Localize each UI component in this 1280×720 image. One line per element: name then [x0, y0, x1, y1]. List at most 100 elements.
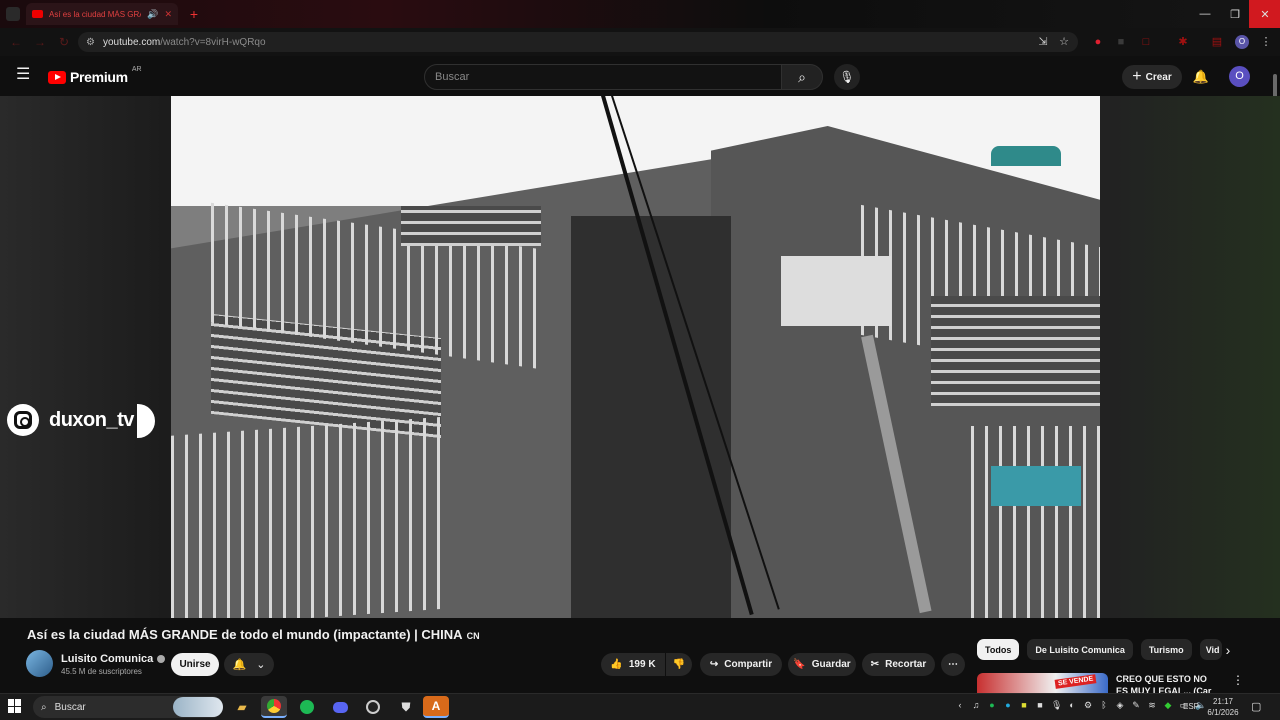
windows-start-icon[interactable] — [8, 699, 22, 713]
input-language[interactable]: ESP — [1183, 702, 1199, 711]
site-info-icon[interactable]: ⚙ — [86, 37, 95, 48]
extensions-puzzle-icon[interactable]: ✱ — [1176, 35, 1190, 49]
tray-arrow-icon[interactable]: ‹ — [955, 700, 965, 711]
bookmark-star-icon[interactable]: ☆ — [1057, 35, 1071, 49]
country-code: AR — [131, 65, 142, 73]
spotify-tray-icon[interactable]: ● — [987, 700, 997, 711]
restore-button[interactable]: ❐ — [1219, 0, 1251, 28]
instagram-icon — [7, 404, 39, 436]
china-flag-label: CN — [466, 631, 480, 641]
taskbar-clock[interactable]: 21:17 6/1/2026 — [1203, 696, 1243, 718]
recommended-video-thumbnail[interactable]: SE VENDE — [977, 673, 1108, 693]
chip-todos[interactable]: Todos — [977, 639, 1020, 660]
clip-button[interactable]: ✂ Recortar — [862, 653, 935, 676]
microphone-icon[interactable]: 🎙 — [1051, 700, 1062, 711]
subscriber-count: 45.5 M de suscriptores — [61, 667, 142, 676]
reload-icon[interactable]: ↻ — [56, 34, 72, 50]
back-icon[interactable]: ← — [8, 34, 24, 50]
tray-app-icon[interactable]: ■ — [1019, 700, 1029, 711]
address-bar[interactable]: ⚙ youtube.com/watch?v=8virH-wQRqo — [78, 32, 1078, 52]
verified-check-icon — [157, 655, 166, 663]
share-icon: ↪ — [709, 659, 719, 670]
youtube-play-icon — [48, 70, 66, 84]
forward-icon[interactable]: → — [32, 34, 48, 50]
clock-time: 21:17 — [1212, 697, 1234, 706]
pen-icon[interactable]: ✎ — [1131, 700, 1141, 711]
app-orange-icon[interactable]: A — [423, 696, 449, 718]
tray-app-icon[interactable]: ◈ — [1115, 700, 1125, 711]
browser-tab-active[interactable]: Así es la ciudad MÁS GRAN 🔊 ✕ — [26, 3, 178, 25]
close-tab-icon[interactable]: ✕ — [164, 9, 172, 20]
speaker-icon[interactable]: 🔊 — [147, 9, 158, 20]
clock-date: 6/1/2026 — [1207, 708, 1239, 717]
video-frame[interactable] — [171, 96, 1100, 618]
install-app-icon[interactable]: ⇲ — [1036, 35, 1050, 49]
url-path: /watch?v=8virH-wQRqo — [160, 36, 266, 48]
subscription-bell-button[interactable]: 🔔 ⌄ — [224, 653, 274, 676]
recommended-video-title[interactable]: CREO QUE ESTO NO ES MUY LEGAL... (Car De… — [1116, 673, 1221, 693]
tray-app-icon[interactable]: ⚙ — [1083, 700, 1093, 711]
create-button[interactable]: + Crear — [1122, 65, 1182, 89]
dislike-button[interactable]: 👎 — [666, 653, 692, 676]
plus-icon: + — [1132, 68, 1142, 85]
extension-icon[interactable]: ■ — [1114, 35, 1128, 49]
extension-red-icon[interactable]: ● — [1091, 35, 1105, 49]
share-button[interactable]: ↪ Compartir — [700, 653, 782, 676]
chip-turismo[interactable]: Turismo — [1140, 639, 1192, 660]
headset-icon[interactable]: ♫ — [971, 700, 981, 711]
search-input[interactable]: Buscar — [424, 64, 782, 90]
tray-app-icon[interactable]: ◐ — [1067, 700, 1077, 711]
taskbar-search[interactable]: ⌕ Buscar — [33, 696, 223, 718]
extension-box-icon[interactable]: □ — [1139, 35, 1153, 49]
tray-app-icon[interactable]: ◆ — [1163, 700, 1173, 711]
voice-search-button[interactable]: 🎙 — [834, 64, 860, 90]
youtube-premium-logo[interactable]: Premium AR — [48, 65, 142, 85]
search-button[interactable]: ⌕ — [781, 64, 823, 90]
notifications-bell-icon[interactable]: 🔔 — [1192, 68, 1210, 86]
microphone-icon: 🎙 — [839, 70, 855, 84]
search-icon: ⌕ — [41, 701, 47, 713]
bluetooth-icon[interactable]: ᛒ — [1099, 700, 1109, 711]
new-tab-button[interactable]: + — [186, 6, 202, 22]
youtube-favicon-icon — [32, 10, 43, 18]
browser-menu-icon[interactable]: ⋮ — [1259, 35, 1273, 49]
browser-profile-avatar[interactable]: O — [1235, 35, 1249, 49]
chevron-right-icon[interactable]: › — [1219, 641, 1237, 659]
like-button[interactable]: 👍 199 K — [601, 653, 665, 676]
notification-center-icon[interactable]: ▢ — [1251, 700, 1261, 713]
channel-avatar[interactable] — [26, 650, 53, 677]
app-icon[interactable] — [360, 696, 386, 718]
channel-name-link[interactable]: Luisito Comunica — [61, 653, 166, 665]
thumbnail-tag: SE VENDE — [1054, 674, 1097, 689]
filter-chips: Todos De Luisito Comunica Turismo Vid — [977, 639, 1222, 660]
more-actions-button[interactable]: ⋯ — [941, 653, 965, 676]
shield-icon[interactable]: ⛊ — [393, 696, 419, 718]
watermark-handle: duxon_tv — [49, 408, 134, 431]
thumbs-down-icon: 👎 — [672, 659, 686, 670]
tab-search-button[interactable] — [6, 7, 20, 21]
taskbar-search-label: Buscar — [54, 701, 86, 713]
bell-icon: 🔔 — [232, 659, 247, 671]
tab-title: Así es la ciudad MÁS GRAN — [49, 9, 142, 19]
instagram-watermark: duxon_tv — [7, 404, 134, 436]
more-horizontal-icon: ⋯ — [948, 659, 958, 670]
more-vertical-icon[interactable]: ⋮ — [1232, 673, 1244, 687]
chevron-down-icon: ⌄ — [256, 659, 266, 671]
close-window-button[interactable]: ✕ — [1249, 0, 1280, 28]
chip-channel[interactable]: De Luisito Comunica — [1027, 639, 1133, 660]
menu-hamburger-icon[interactable]: ☰ — [16, 67, 32, 83]
file-explorer-icon[interactable]: ▰ — [229, 696, 255, 718]
spotify-icon[interactable] — [294, 696, 320, 718]
wifi-icon[interactable]: ≋ — [1147, 700, 1157, 711]
minimize-button[interactable]: — — [1189, 0, 1221, 28]
sidebar-toggle-icon[interactable]: ▤ — [1210, 35, 1224, 49]
join-button[interactable]: Unirse — [171, 653, 219, 676]
like-count: 199 K — [628, 659, 656, 670]
account-avatar[interactable]: O — [1229, 66, 1250, 87]
chrome-icon[interactable] — [261, 696, 287, 718]
create-label: Crear — [1145, 71, 1172, 83]
tray-app-icon[interactable]: ● — [1003, 700, 1013, 711]
save-button[interactable]: 🔖 Guardar — [788, 653, 856, 676]
discord-icon[interactable] — [327, 696, 353, 718]
tray-app-icon[interactable]: ■ — [1035, 700, 1045, 711]
